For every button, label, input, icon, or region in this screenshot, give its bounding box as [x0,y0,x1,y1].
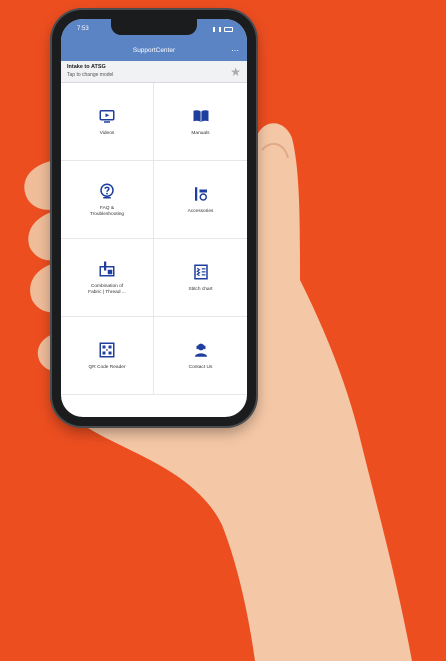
accessories-icon [192,185,210,203]
combination-icon [98,260,116,278]
qr-code-icon [98,341,116,359]
menu-grid: Videos Manuals FAQ & Troubleshooting Acc… [61,83,247,395]
tile-label: Manuals [191,130,210,136]
stitch-chart-button[interactable]: Stitch chart [154,239,247,317]
manuals-button[interactable]: Manuals [154,83,247,161]
tile-label: FAQ & Troubleshooting [89,205,125,217]
tile-label: QR Code Reader [88,364,126,370]
faq-button[interactable]: FAQ & Troubleshooting [61,161,154,239]
status-time: 7:53 [77,26,89,32]
status-icons [213,26,233,32]
accessories-button[interactable]: Accessories [154,161,247,239]
phone-screen: 7:53 SupportCenter ⋯ Intake to ATSG Tap … [61,19,247,417]
page-title: SupportCenter [132,46,176,54]
star-icon[interactable]: ★ [230,65,241,79]
book-icon [192,107,210,125]
tile-label: Stitch chart [188,286,213,292]
videos-button[interactable]: Videos [61,83,154,161]
signal-icon [213,26,221,32]
tile-label: Combination of Fabric | Thread ... [88,283,126,295]
phone-notch [111,19,197,35]
contact-us-button[interactable]: Contact Us [154,317,247,395]
page: 7:53 SupportCenter ⋯ Intake to ATSG Tap … [0,0,446,661]
tile-label: Accessories [187,208,214,214]
stitch-chart-icon [192,263,210,281]
tile-label: Videos [99,130,115,136]
model-hint: Tap to change model [67,72,114,78]
battery-icon [224,26,233,32]
help-icon [98,182,116,200]
contact-icon [192,341,210,359]
combination-button[interactable]: Combination of Fabric | Thread ... [61,239,154,317]
model-name: Intake to ATSG [67,64,106,70]
tile-label: Contact Us [188,364,213,370]
video-icon [98,107,116,125]
phone: 7:53 SupportCenter ⋯ Intake to ATSG Tap … [52,10,256,426]
qr-code-reader-button[interactable]: QR Code Reader [61,317,154,395]
more-icon[interactable]: ⋯ [229,46,239,55]
model-selector[interactable]: Intake to ATSG Tap to change model ★ [61,61,247,83]
nav-bar: SupportCenter ⋯ [61,39,247,61]
